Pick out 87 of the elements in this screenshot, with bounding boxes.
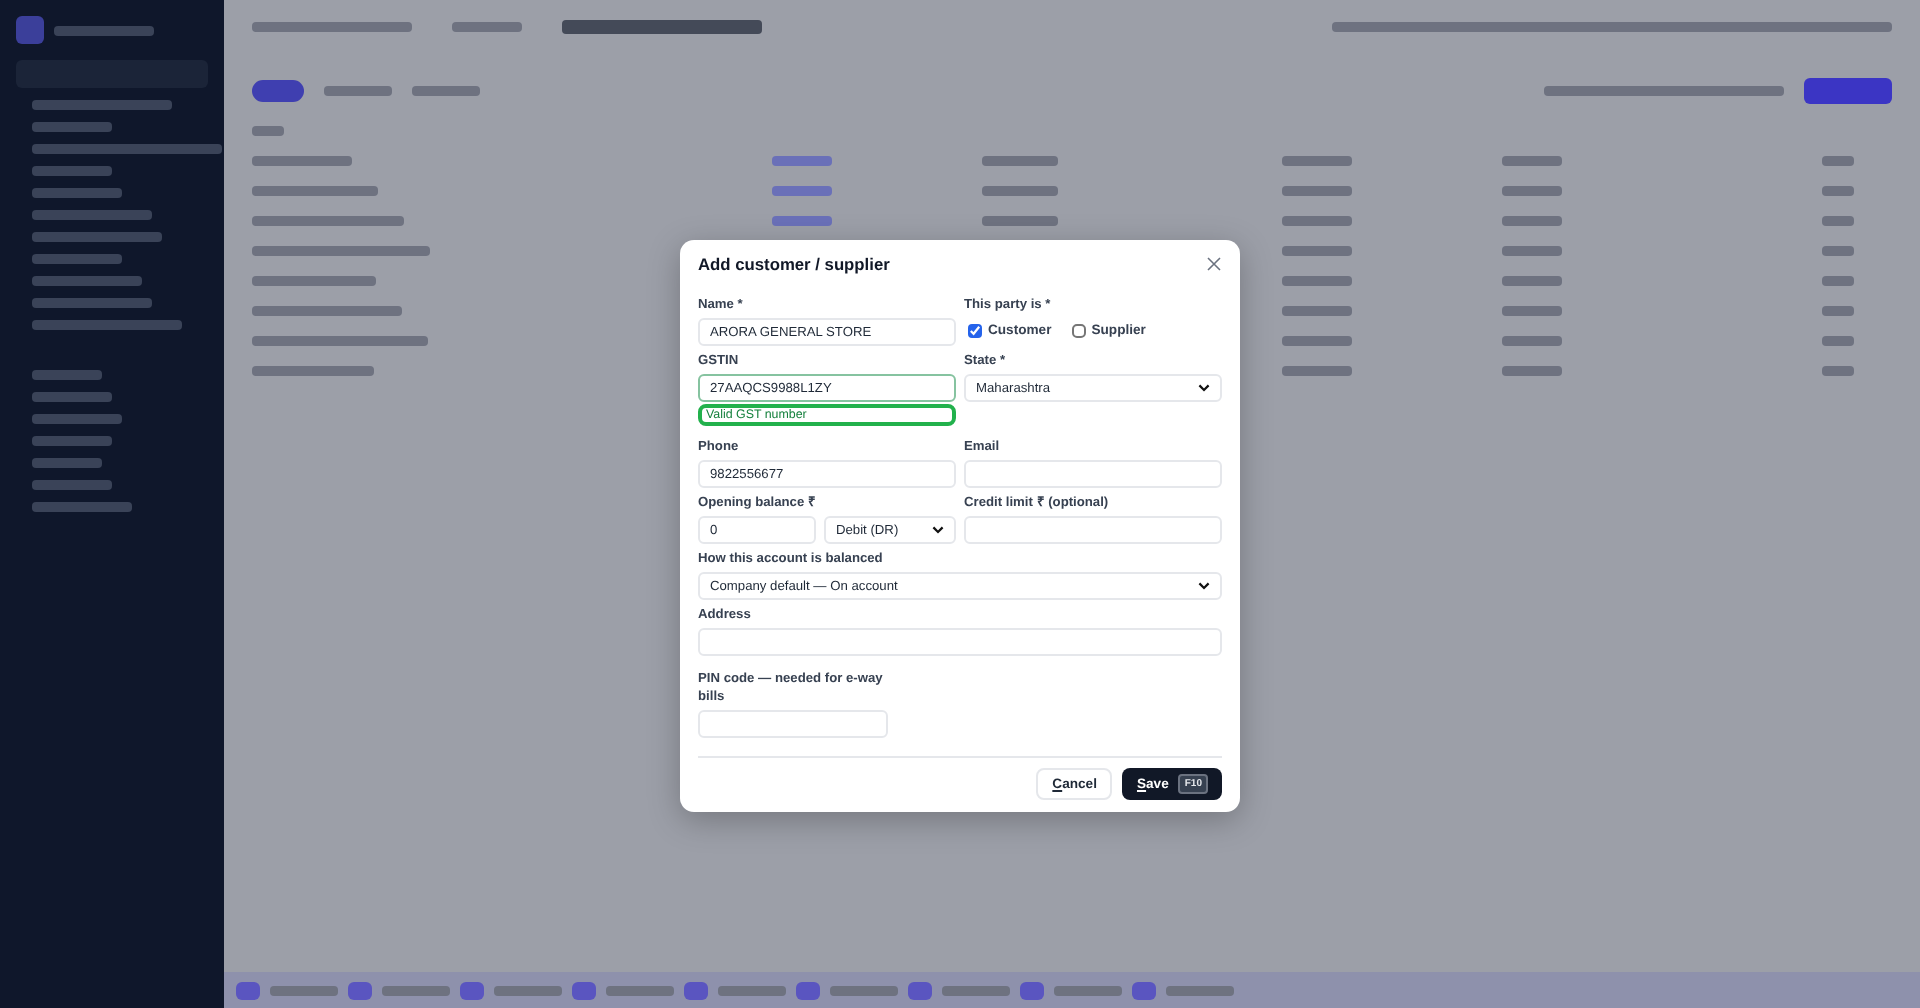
input-field[interactable] <box>964 516 1222 544</box>
blurred-text-placeholder <box>32 232 162 242</box>
blurred-text-placeholder <box>606 985 674 995</box>
blurred-text-placeholder <box>1502 156 1562 166</box>
blurred-text-placeholder <box>772 216 832 226</box>
blurred-text-placeholder <box>942 985 1010 995</box>
blurred-text-placeholder <box>1166 985 1234 995</box>
blurred-text-placeholder <box>32 370 102 380</box>
blurred-text-placeholder <box>382 985 450 995</box>
blurred-button-placeholder <box>1804 77 1892 103</box>
blurred-text-placeholder <box>32 122 112 132</box>
blurred-key-placeholder <box>684 981 708 999</box>
blurred-text-placeholder <box>32 458 102 468</box>
blurred-key-placeholder <box>1020 981 1044 999</box>
blurred-text-placeholder <box>1502 216 1562 226</box>
chevron-down-icon <box>1198 582 1210 590</box>
blurred-text-placeholder <box>1282 246 1352 256</box>
blurred-text-placeholder <box>32 188 122 198</box>
logo-icon <box>16 16 44 44</box>
blurred-text-placeholder <box>32 298 152 308</box>
blurred-text-placeholder <box>32 502 132 512</box>
blurred-text-placeholder <box>1502 366 1562 376</box>
input-field[interactable] <box>698 628 1222 656</box>
blurred-key-placeholder <box>348 981 372 999</box>
blurred-text-placeholder <box>1502 186 1562 196</box>
blurred-text-placeholder <box>412 85 480 95</box>
blurred-text-placeholder <box>32 210 152 220</box>
chevron-down-icon <box>1198 384 1210 392</box>
blurred-text-placeholder <box>1502 276 1562 286</box>
blurred-text-placeholder <box>32 100 172 110</box>
blurred-text-placeholder <box>772 156 832 166</box>
blurred-key-placeholder <box>460 981 484 999</box>
blurred-text-placeholder <box>982 156 1058 166</box>
blurred-text-placeholder <box>32 436 112 446</box>
blurred-text-placeholder <box>1822 186 1854 196</box>
blurred-text-placeholder <box>1502 336 1562 346</box>
blurred-text-placeholder <box>830 985 898 995</box>
blurred-text-placeholder <box>1282 366 1352 376</box>
blurred-text-placeholder <box>54 25 154 35</box>
blurred-text-placeholder <box>32 392 112 402</box>
blurred-text-placeholder <box>1282 276 1352 286</box>
blurred-text-placeholder <box>1822 246 1854 256</box>
blurred-text-placeholder <box>494 985 562 995</box>
blurred-text-placeholder <box>1502 306 1562 316</box>
blurred-text-placeholder <box>718 985 786 995</box>
blurred-key-placeholder <box>572 981 596 999</box>
blurred-key-placeholder <box>908 981 932 999</box>
checkbox[interactable] <box>1071 323 1086 337</box>
blurred-text-placeholder <box>1822 156 1854 166</box>
blurred-text-placeholder <box>1282 186 1352 196</box>
blurred-text-placeholder <box>1282 306 1352 316</box>
blurred-text-placeholder <box>32 276 142 286</box>
blurred-text-placeholder <box>270 985 338 995</box>
blurred-text-placeholder <box>32 414 122 424</box>
blurred-text-placeholder <box>252 126 284 136</box>
blurred-text-placeholder <box>1282 216 1352 226</box>
chevron-down-icon <box>932 526 944 534</box>
blurred-text-placeholder <box>32 480 112 490</box>
blurred-key-placeholder <box>796 981 820 999</box>
blurred-text-placeholder <box>252 156 352 166</box>
blurred-text-placeholder <box>324 85 392 95</box>
blurred-text-placeholder <box>452 21 522 31</box>
blurred-text-placeholder <box>252 276 376 286</box>
blurred-text-placeholder <box>1822 306 1854 316</box>
blurred-text-placeholder <box>772 186 832 196</box>
blurred-text-placeholder <box>1822 336 1854 346</box>
input-field[interactable] <box>698 710 888 738</box>
close-icon[interactable] <box>1206 256 1222 272</box>
blurred-text-placeholder <box>1054 985 1122 995</box>
blurred-text-placeholder <box>32 166 112 176</box>
blurred-text-placeholder <box>1282 336 1352 346</box>
input-field[interactable] <box>964 460 1222 488</box>
blurred-key-placeholder <box>236 981 260 999</box>
dialog-title: Add customer / supplier <box>698 254 890 274</box>
blurred-text-placeholder <box>1822 366 1854 376</box>
blurred-key-placeholder <box>1132 981 1156 999</box>
blurred-text-placeholder <box>982 186 1058 196</box>
blurred-text-placeholder <box>252 366 374 376</box>
blurred-text-placeholder <box>982 216 1058 226</box>
blurred-text-placeholder <box>1502 246 1562 256</box>
blurred-tab-placeholder <box>252 79 304 101</box>
blurred-text-placeholder <box>1822 216 1854 226</box>
blurred-text-placeholder <box>252 186 378 196</box>
checkbox[interactable] <box>968 323 982 337</box>
blurred-text-placeholder <box>32 254 122 264</box>
blurred-text-placeholder <box>1822 276 1854 286</box>
blurred-text-placeholder <box>1282 156 1352 166</box>
